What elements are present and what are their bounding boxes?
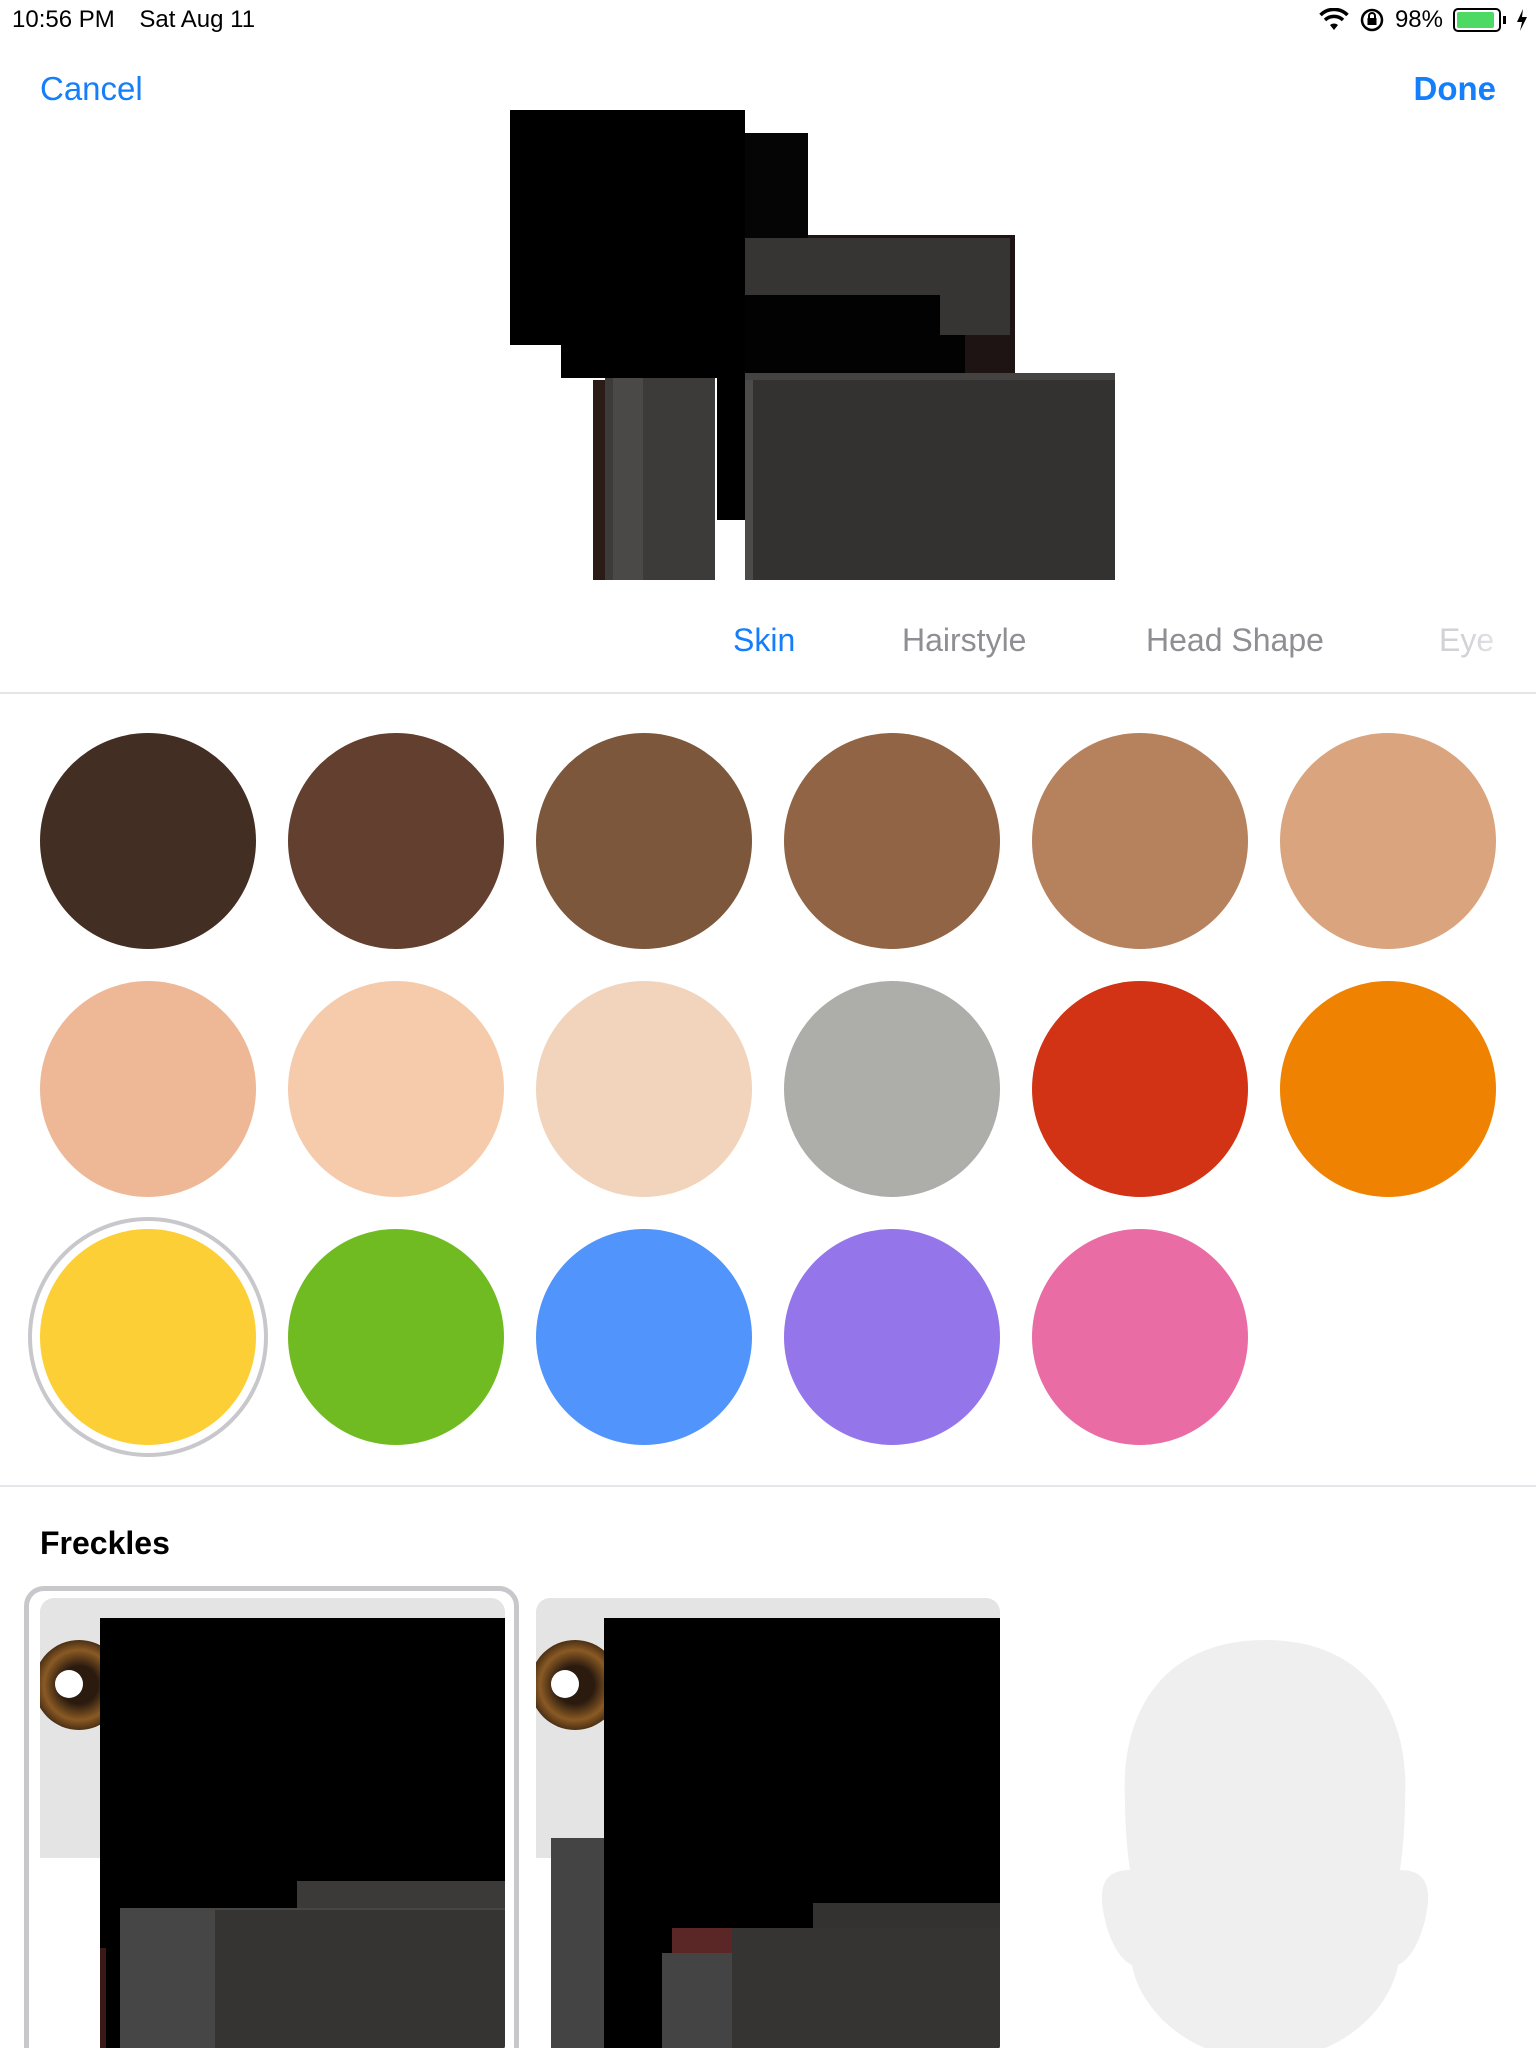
skin-swatch[interactable] bbox=[1032, 733, 1248, 949]
skin-swatch[interactable] bbox=[536, 981, 752, 1197]
head-silhouette-icon bbox=[1101, 1640, 1429, 2048]
skin-swatch[interactable] bbox=[1032, 981, 1248, 1197]
skin-swatch-selected[interactable] bbox=[40, 1229, 256, 1445]
rotation-lock-icon bbox=[1360, 8, 1384, 32]
thumbnail-block bbox=[215, 1910, 505, 2048]
cancel-button[interactable]: Cancel bbox=[40, 70, 143, 108]
preview-block bbox=[510, 110, 745, 345]
battery-fill bbox=[1457, 12, 1495, 28]
thumbnail-block bbox=[732, 1928, 1000, 2048]
status-date: Sat Aug 11 bbox=[139, 6, 256, 33]
preview-block bbox=[613, 345, 643, 580]
preview-block bbox=[745, 295, 940, 335]
skin-swatch[interactable] bbox=[288, 981, 504, 1197]
preview-block bbox=[745, 380, 753, 580]
preview-block bbox=[745, 380, 1115, 580]
skin-swatch[interactable] bbox=[40, 733, 256, 949]
preview-block bbox=[717, 345, 745, 520]
thumbnail-block bbox=[662, 1953, 742, 2048]
battery-icon bbox=[1453, 8, 1501, 32]
eye-glint bbox=[551, 1670, 579, 1698]
thumbnail-block bbox=[100, 1948, 106, 2048]
skin-swatch[interactable] bbox=[288, 1229, 504, 1445]
status-right: 98% bbox=[1319, 6, 1528, 34]
skin-swatch[interactable] bbox=[40, 981, 256, 1197]
skin-swatch[interactable] bbox=[1032, 1229, 1248, 1445]
skin-swatch[interactable] bbox=[536, 1229, 752, 1445]
preview-block bbox=[745, 335, 965, 375]
status-bar: 10:56 PM Sat Aug 11 98% bbox=[0, 0, 1536, 40]
divider bbox=[0, 692, 1536, 694]
skin-swatch[interactable] bbox=[536, 733, 752, 949]
avatar-preview bbox=[510, 110, 1115, 580]
preview-block bbox=[940, 295, 1010, 335]
category-tabs: Skin Hairstyle Head Shape Eye bbox=[0, 610, 1536, 670]
freckles-option-blank-head[interactable] bbox=[1100, 1640, 1430, 2048]
skin-swatch[interactable] bbox=[784, 1229, 1000, 1445]
status-time: 10:56 PM bbox=[12, 6, 115, 33]
tab-head-shape[interactable]: Head Shape bbox=[1146, 622, 1324, 659]
done-button[interactable]: Done bbox=[1414, 70, 1497, 108]
tab-fade-overlay bbox=[1466, 610, 1536, 670]
skin-swatch[interactable] bbox=[288, 733, 504, 949]
status-left: 10:56 PM Sat Aug 11 bbox=[12, 6, 273, 34]
charging-bolt-icon bbox=[1517, 9, 1527, 31]
skin-swatch[interactable] bbox=[1280, 733, 1496, 949]
wifi-icon bbox=[1319, 8, 1349, 30]
memoji-editor-screen: 10:56 PM Sat Aug 11 98% Cancel Done Skin… bbox=[0, 0, 1536, 2048]
preview-block bbox=[745, 238, 1010, 298]
skin-swatch[interactable] bbox=[784, 981, 1000, 1197]
freckles-title: Freckles bbox=[40, 1525, 170, 1561]
tab-hairstyle[interactable]: Hairstyle bbox=[902, 622, 1026, 659]
skin-swatch[interactable] bbox=[784, 733, 1000, 949]
tab-skin[interactable]: Skin bbox=[733, 622, 795, 659]
preview-block bbox=[745, 133, 808, 238]
eye-glint bbox=[55, 1670, 83, 1698]
skin-swatch[interactable] bbox=[1280, 981, 1496, 1197]
freckles-option-freckles[interactable] bbox=[536, 1598, 1000, 2048]
freckles-option-none[interactable] bbox=[40, 1598, 505, 2048]
battery-cap bbox=[1503, 16, 1506, 24]
battery-percent: 98% bbox=[1394, 6, 1443, 33]
divider bbox=[0, 1485, 1536, 1487]
